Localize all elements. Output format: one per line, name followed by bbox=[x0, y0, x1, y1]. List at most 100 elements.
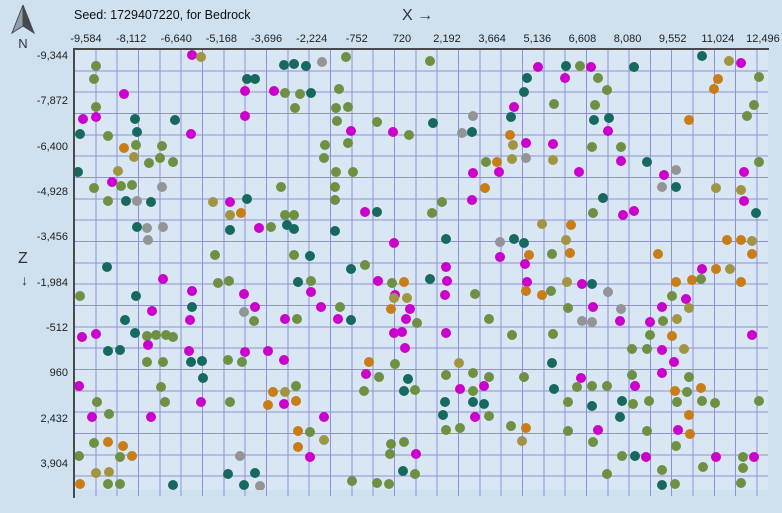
structure-dot[interactable] bbox=[77, 332, 87, 342]
structure-dot[interactable] bbox=[293, 277, 303, 287]
structure-dot[interactable] bbox=[291, 381, 301, 391]
structure-dot[interactable] bbox=[346, 315, 356, 325]
structure-dot[interactable] bbox=[104, 409, 114, 419]
structure-dot[interactable] bbox=[441, 262, 451, 272]
structure-dot[interactable] bbox=[549, 384, 559, 394]
structure-dot[interactable] bbox=[627, 370, 637, 380]
structure-dot[interactable] bbox=[319, 153, 329, 163]
structure-dot[interactable] bbox=[291, 396, 301, 406]
structure-dot[interactable] bbox=[428, 118, 438, 128]
structure-dot[interactable] bbox=[121, 196, 131, 206]
structure-dot[interactable] bbox=[103, 346, 113, 356]
structure-dot[interactable] bbox=[669, 357, 679, 367]
structure-dot[interactable] bbox=[548, 329, 558, 339]
structure-dot[interactable] bbox=[118, 441, 128, 451]
structure-dot[interactable] bbox=[263, 346, 273, 356]
structure-dot[interactable] bbox=[593, 425, 603, 435]
structure-dot[interactable] bbox=[119, 89, 129, 99]
structure-dot[interactable] bbox=[89, 438, 99, 448]
structure-dot[interactable] bbox=[506, 112, 516, 122]
structure-dot[interactable] bbox=[279, 355, 289, 365]
structure-dot[interactable] bbox=[467, 195, 477, 205]
structure-dot[interactable] bbox=[577, 316, 587, 326]
structure-dot[interactable] bbox=[75, 451, 84, 461]
structure-dot[interactable] bbox=[617, 451, 627, 461]
structure-dot[interactable] bbox=[131, 291, 141, 301]
structure-dot[interactable] bbox=[254, 223, 264, 233]
structure-dot[interactable] bbox=[479, 399, 489, 409]
structure-dot[interactable] bbox=[156, 382, 166, 392]
structure-dot[interactable] bbox=[130, 114, 140, 124]
structure-dot[interactable] bbox=[657, 302, 667, 312]
structure-dot[interactable] bbox=[749, 100, 759, 110]
structure-dot[interactable] bbox=[186, 129, 196, 139]
structure-dot[interactable] bbox=[590, 100, 600, 110]
structure-dot[interactable] bbox=[470, 289, 480, 299]
structure-dot[interactable] bbox=[709, 84, 719, 94]
structure-dot[interactable] bbox=[405, 304, 415, 314]
structure-dot[interactable] bbox=[684, 303, 694, 313]
structure-dot[interactable] bbox=[373, 276, 383, 286]
structure-dot[interactable] bbox=[548, 139, 558, 149]
structure-dot[interactable] bbox=[196, 397, 206, 407]
structure-dot[interactable] bbox=[280, 88, 290, 98]
structure-dot[interactable] bbox=[225, 397, 235, 407]
structure-dot[interactable] bbox=[151, 330, 161, 340]
structure-dot[interactable] bbox=[91, 112, 101, 122]
structure-dot[interactable] bbox=[603, 287, 613, 297]
structure-dot[interactable] bbox=[410, 385, 420, 395]
structure-dot[interactable] bbox=[404, 130, 414, 140]
structure-dot[interactable] bbox=[455, 423, 465, 433]
structure-dot[interactable] bbox=[316, 302, 326, 312]
structure-dot[interactable] bbox=[411, 449, 421, 459]
structure-dot[interactable] bbox=[223, 469, 233, 479]
structure-dot[interactable] bbox=[132, 222, 142, 232]
structure-dot[interactable] bbox=[522, 73, 532, 83]
structure-dot[interactable] bbox=[713, 74, 723, 84]
structure-dot[interactable] bbox=[697, 396, 707, 406]
structure-dot[interactable] bbox=[75, 381, 84, 391]
structure-dot[interactable] bbox=[75, 167, 83, 177]
structure-dot[interactable] bbox=[672, 314, 682, 324]
structure-dot[interactable] bbox=[739, 167, 749, 177]
structure-dot[interactable] bbox=[749, 452, 759, 462]
structure-dot[interactable] bbox=[263, 400, 273, 410]
structure-dot[interactable] bbox=[330, 226, 340, 236]
structure-dot[interactable] bbox=[402, 293, 412, 303]
structure-dot[interactable] bbox=[360, 207, 370, 217]
structure-dot[interactable] bbox=[566, 220, 576, 230]
structure-dot[interactable] bbox=[468, 397, 478, 407]
structure-dot[interactable] bbox=[305, 251, 315, 261]
structure-dot[interactable] bbox=[372, 207, 382, 217]
structure-dot[interactable] bbox=[250, 74, 260, 84]
structure-dot[interactable] bbox=[113, 166, 123, 176]
structure-dot[interactable] bbox=[279, 399, 289, 409]
structure-dot[interactable] bbox=[519, 238, 529, 248]
structure-dot[interactable] bbox=[616, 304, 626, 314]
structure-dot[interactable] bbox=[480, 183, 490, 193]
structure-dot[interactable] bbox=[235, 451, 245, 461]
structure-dot[interactable] bbox=[301, 61, 311, 71]
structure-dot[interactable] bbox=[507, 330, 517, 340]
structure-dot[interactable] bbox=[168, 480, 178, 490]
structure-dot[interactable] bbox=[587, 279, 597, 289]
structure-dot[interactable] bbox=[319, 435, 329, 445]
structure-dot[interactable] bbox=[213, 278, 223, 288]
structure-dot[interactable] bbox=[240, 347, 250, 357]
structure-dot[interactable] bbox=[617, 396, 627, 406]
structure-dot[interactable] bbox=[399, 277, 409, 287]
structure-dot[interactable] bbox=[425, 56, 435, 66]
structure-dot[interactable] bbox=[168, 157, 178, 167]
structure-dot[interactable] bbox=[494, 167, 504, 177]
structure-dot[interactable] bbox=[305, 452, 315, 462]
structure-dot[interactable] bbox=[250, 468, 260, 478]
structure-dot[interactable] bbox=[331, 167, 341, 177]
structure-dot[interactable] bbox=[754, 157, 764, 167]
structure-dot[interactable] bbox=[184, 346, 194, 356]
structure-dot[interactable] bbox=[521, 286, 531, 296]
structure-dot[interactable] bbox=[629, 206, 639, 216]
structure-dot[interactable] bbox=[289, 210, 299, 220]
structure-dot[interactable] bbox=[332, 116, 342, 126]
structure-dot[interactable] bbox=[468, 111, 478, 121]
structure-dot[interactable] bbox=[289, 59, 299, 69]
